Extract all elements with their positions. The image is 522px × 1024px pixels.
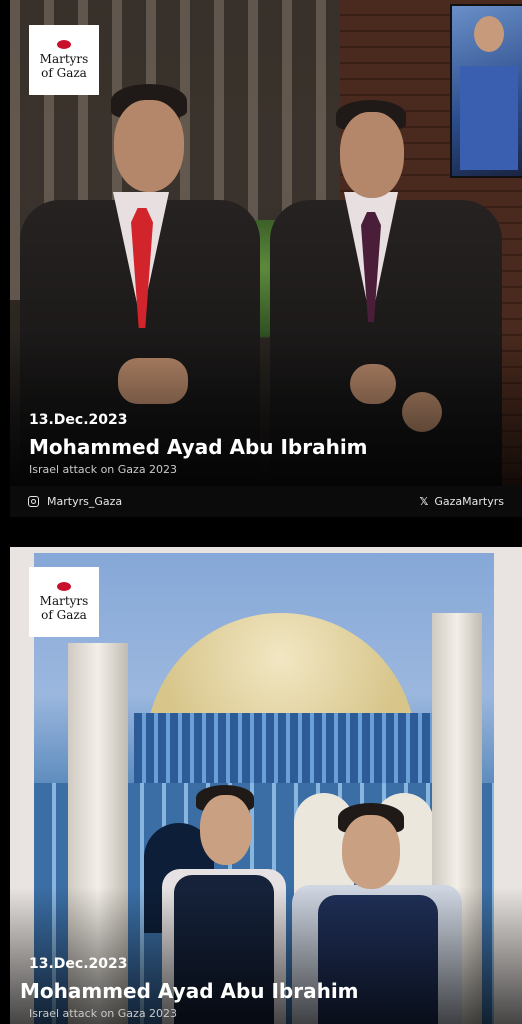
martyr-date: 13.Dec.2023 [29,956,128,972]
martyr-card-1: Martyrs of Gaza 13.Dec.2023 Mohammed Aya… [10,0,522,517]
logo-line2: of Gaza [41,66,87,80]
martyr-card-2: Martyrs of Gaza 13.Dec.2023 Mohammed Aya… [10,547,522,1024]
card-footer: Martyrs_Gaza 𝕏 GazaMartyrs [10,486,522,517]
red-drop-icon [57,40,71,49]
instagram-handle-link[interactable]: Martyrs_Gaza [28,495,122,508]
martyr-name: Mohammed Ayad Abu Ibrahim [20,979,359,1003]
martyr-subtitle: Israel attack on Gaza 2023 [29,463,178,476]
logo-line1: Martyrs [39,594,89,608]
martyrs-of-gaza-logo: Martyrs of Gaza [29,567,99,637]
x-logo-icon: 𝕏 [419,495,429,508]
martyrs-of-gaza-logo: Martyrs of Gaza [29,25,99,95]
x-handle-link[interactable]: 𝕏 GazaMartyrs [420,495,504,508]
martyr-name: Mohammed Ayad Abu Ibrahim [29,435,368,459]
logo-line1: Martyrs [39,52,89,66]
dome-drum [134,713,434,783]
x-handle: GazaMartyrs [434,495,504,508]
instagram-handle: Martyrs_Gaza [47,495,123,508]
instagram-icon [28,496,39,507]
martyr-date: 13.Dec.2023 [29,412,128,428]
red-drop-icon [57,582,71,591]
martyr-subtitle: Israel attack on Gaza 2023 [29,1007,178,1020]
logo-line2: of Gaza [41,608,87,622]
